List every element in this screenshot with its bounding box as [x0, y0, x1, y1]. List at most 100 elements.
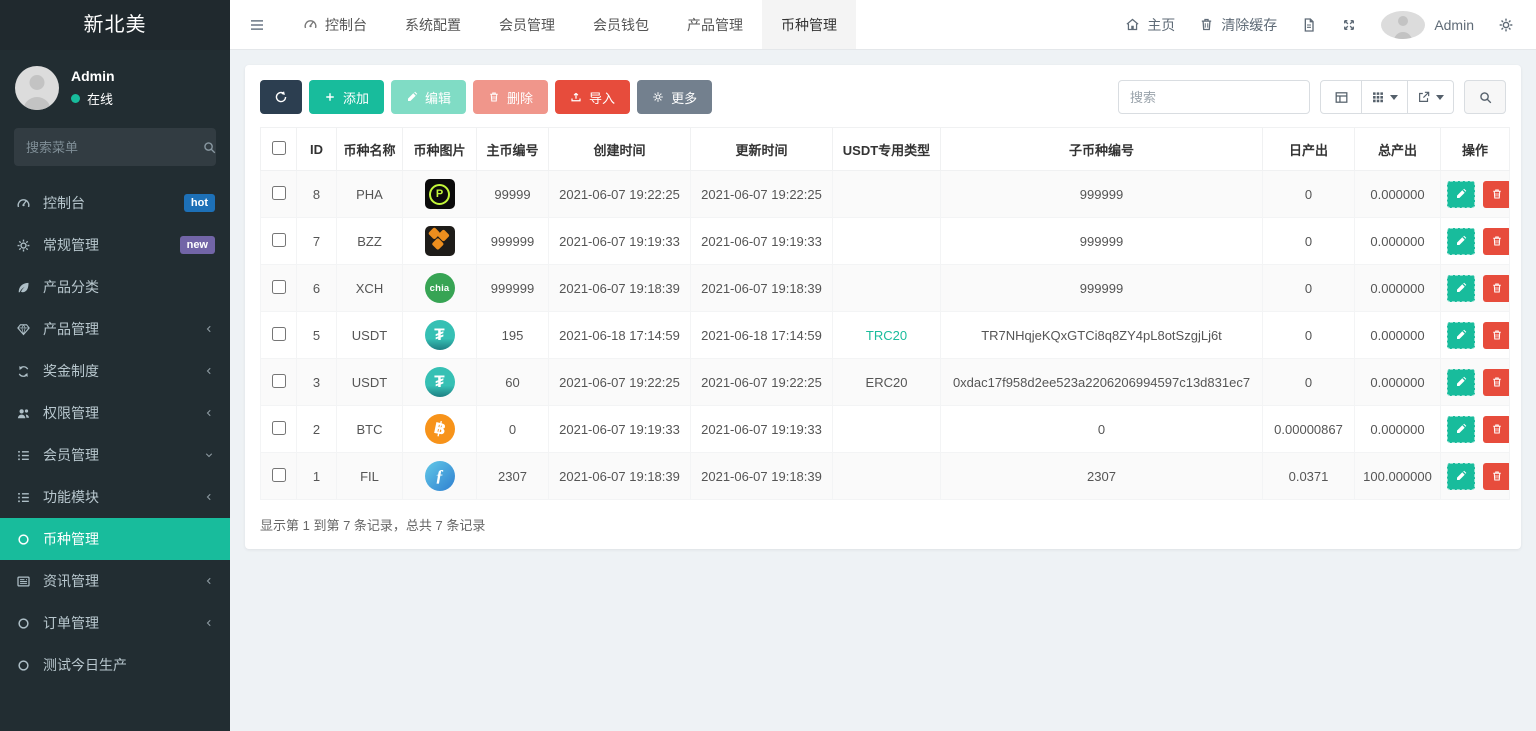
- home-link[interactable]: 主页: [1125, 15, 1175, 35]
- cell-sub-no: 999999: [941, 265, 1263, 312]
- users-icon: [15, 406, 32, 421]
- cell-created: 2021-06-18 17:14:59: [549, 312, 691, 359]
- new-badge: new: [180, 236, 215, 254]
- row-edit-button[interactable]: [1447, 416, 1475, 443]
- cell-usdt-type: ERC20: [833, 359, 941, 406]
- settings-gear-icon[interactable]: [1498, 17, 1514, 33]
- brand-title: 新北美: [0, 0, 230, 50]
- row-edit-button[interactable]: [1447, 275, 1475, 302]
- table-row: 3 USDT ₮ 60 2021-06-07 19:22:25 2021-06-…: [261, 359, 1510, 406]
- fullscreen-icon[interactable]: [1341, 17, 1357, 33]
- row-delete-button[interactable]: [1483, 322, 1510, 349]
- col-usdt-type: USDT专用类型: [833, 128, 941, 171]
- select-all-checkbox[interactable]: [272, 141, 286, 155]
- cell-usdt-type: [833, 218, 941, 265]
- sidebar-item-currency[interactable]: 币种管理: [0, 518, 230, 560]
- top-navbar: 控制台 系统配置 会员管理 会员钱包 产品管理 币种管理 主页 清除缓存: [230, 0, 1536, 50]
- user-avatar: [15, 66, 59, 110]
- coin-icon: [425, 226, 455, 256]
- row-checkbox[interactable]: [272, 186, 286, 200]
- detail-view-button[interactable]: [1320, 80, 1362, 114]
- tab-dashboard[interactable]: 控制台: [284, 0, 386, 49]
- row-checkbox[interactable]: [272, 280, 286, 294]
- row-select-cell: [261, 218, 297, 265]
- cell-total-output: 0.000000: [1355, 359, 1441, 406]
- cell-updated: 2021-06-07 19:22:25: [691, 171, 833, 218]
- pencil-icon: [1455, 376, 1467, 388]
- sidebar-item-dashboard[interactable]: 控制台 hot: [0, 182, 230, 224]
- more-button[interactable]: 更多: [637, 80, 712, 114]
- row-delete-button[interactable]: [1483, 275, 1510, 302]
- clear-cache-link[interactable]: 清除缓存: [1199, 15, 1277, 35]
- sidebar-item-permissions[interactable]: 权限管理: [0, 392, 230, 434]
- plus-icon: [324, 91, 336, 103]
- row-delete-button[interactable]: [1483, 416, 1510, 443]
- search-toggle-button[interactable]: [1464, 80, 1506, 114]
- trash-icon: [1491, 282, 1503, 294]
- hamburger-icon[interactable]: [230, 0, 284, 49]
- cell-image: [403, 218, 477, 265]
- sidebar-item-orders[interactable]: 订单管理: [0, 602, 230, 644]
- col-daily-output: 日产出: [1263, 128, 1355, 171]
- tab-products[interactable]: 产品管理: [668, 0, 762, 49]
- row-select-cell: [261, 265, 297, 312]
- row-edit-button[interactable]: [1447, 369, 1475, 396]
- sidebar-item-general[interactable]: 常规管理 new: [0, 224, 230, 266]
- delete-button[interactable]: 删除: [473, 80, 548, 114]
- col-total-output: 总产出: [1355, 128, 1441, 171]
- col-sub-no: 子币种编号: [941, 128, 1263, 171]
- cell-image: P: [403, 171, 477, 218]
- export-button[interactable]: [1408, 80, 1454, 114]
- chevron-left-icon: [203, 491, 215, 503]
- row-delete-button[interactable]: [1483, 463, 1510, 490]
- cell-sub-no: TR7NHqjeKQxGTCi8q8ZY4pL8otSzgjLj6t: [941, 312, 1263, 359]
- row-delete-button[interactable]: [1483, 228, 1510, 255]
- user-menu[interactable]: Admin: [1381, 11, 1474, 39]
- row-checkbox[interactable]: [272, 374, 286, 388]
- sidebar-item-test-production[interactable]: 测试今日生产: [0, 644, 230, 686]
- records-summary: 显示第 1 到第 7 条记录，总共 7 条记录: [260, 515, 1506, 534]
- row-edit-button[interactable]: [1447, 228, 1475, 255]
- edit-button[interactable]: 编辑: [391, 80, 466, 114]
- tab-members[interactable]: 会员管理: [480, 0, 574, 49]
- row-edit-button[interactable]: [1447, 322, 1475, 349]
- circle-icon: [15, 616, 32, 631]
- sidebar-item-product-category[interactable]: 产品分类: [0, 266, 230, 308]
- import-button[interactable]: 导入: [555, 80, 630, 114]
- tab-member-wallet[interactable]: 会员钱包: [574, 0, 668, 49]
- newspaper-icon: [15, 574, 32, 589]
- cell-id: 1: [297, 453, 337, 500]
- refresh-button[interactable]: [260, 80, 302, 114]
- currency-table: ID 币种名称 币种图片 主币编号 创建时间 更新时间 USDT专用类型 子币种…: [260, 127, 1510, 500]
- row-checkbox[interactable]: [272, 327, 286, 341]
- sidebar-item-bonus[interactable]: 奖金制度: [0, 350, 230, 392]
- sidebar-item-product-manage[interactable]: 产品管理: [0, 308, 230, 350]
- row-checkbox[interactable]: [272, 421, 286, 435]
- cell-daily-output: 0: [1263, 312, 1355, 359]
- table-search-input[interactable]: [1118, 80, 1310, 114]
- grid-icon: [1371, 90, 1385, 104]
- col-main-no: 主币编号: [477, 128, 549, 171]
- add-button[interactable]: 添加: [309, 80, 384, 114]
- sidebar-item-members[interactable]: 会员管理: [0, 434, 230, 476]
- sidebar-item-modules[interactable]: 功能模块: [0, 476, 230, 518]
- row-edit-button[interactable]: [1447, 463, 1475, 490]
- sidebar-item-news[interactable]: 资讯管理: [0, 560, 230, 602]
- row-edit-button[interactable]: [1447, 181, 1475, 208]
- row-delete-button[interactable]: [1483, 181, 1510, 208]
- tab-system-config[interactable]: 系统配置: [386, 0, 480, 49]
- upload-icon: [570, 91, 582, 103]
- cell-daily-output: 0: [1263, 359, 1355, 406]
- cell-name: USDT: [337, 359, 403, 406]
- row-select-cell: [261, 406, 297, 453]
- tab-currency[interactable]: 币种管理: [762, 0, 856, 49]
- columns-button[interactable]: [1362, 80, 1408, 114]
- row-checkbox[interactable]: [272, 233, 286, 247]
- language-doc-icon[interactable]: [1301, 17, 1317, 33]
- row-checkbox[interactable]: [272, 468, 286, 482]
- cell-updated: 2021-06-07 19:18:39: [691, 453, 833, 500]
- cell-updated: 2021-06-07 19:19:33: [691, 218, 833, 265]
- col-id: ID: [297, 128, 337, 171]
- menu-search-input[interactable]: [26, 140, 202, 155]
- row-delete-button[interactable]: [1483, 369, 1510, 396]
